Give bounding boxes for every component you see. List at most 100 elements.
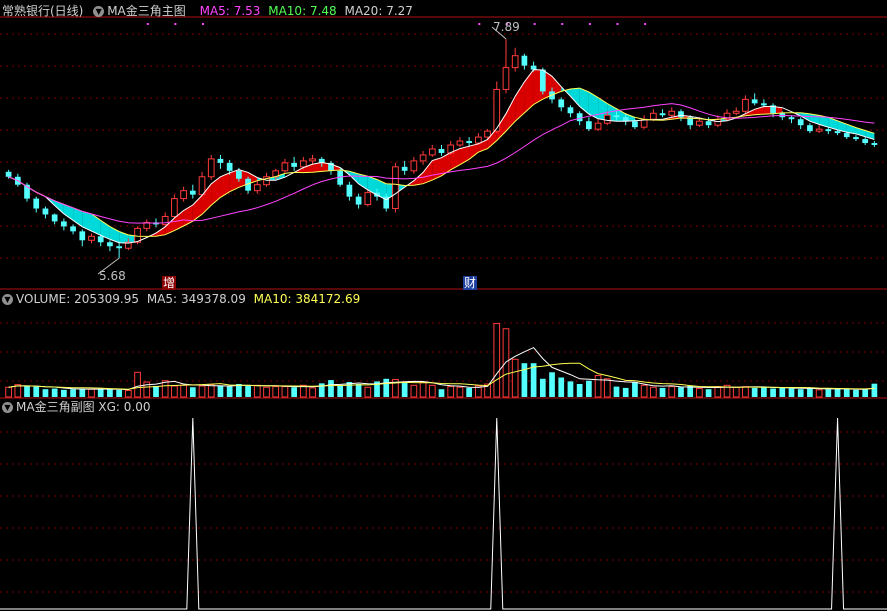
volume-label: VOLUME: [16, 292, 71, 306]
volume-ma10-label: MA10: [253, 292, 292, 306]
candle-body [594, 122, 602, 130]
volume-bar [33, 386, 40, 397]
candle-body [843, 133, 850, 138]
volume-bar [364, 386, 372, 398]
event-badge-zeng[interactable]: 增 [162, 276, 177, 290]
candle-body [299, 160, 307, 168]
candle-body [88, 235, 95, 241]
volume-bar [687, 385, 694, 397]
candle-body [33, 198, 40, 209]
candle-body [207, 158, 215, 178]
volume-bar [770, 388, 776, 397]
volume-bar [632, 382, 638, 397]
volume-bar [594, 375, 602, 398]
xg-value: 0.00 [123, 400, 151, 414]
signal-dot [146, 23, 149, 25]
candle-body [438, 148, 445, 153]
volume-bar [613, 386, 620, 397]
volume-bar [245, 385, 251, 397]
volume-bar [843, 389, 850, 397]
candle-body [456, 140, 464, 146]
candle-body [732, 110, 740, 114]
volume-bar [410, 384, 418, 398]
candle-body [586, 121, 592, 130]
volume-bar [70, 389, 76, 397]
volume-bar [309, 387, 316, 398]
volume-bar [825, 389, 832, 397]
candle-body [116, 246, 122, 249]
volume-bar [502, 328, 510, 398]
candle-body [355, 196, 362, 205]
candle-body [428, 148, 436, 156]
candle-body [51, 214, 58, 222]
candle-body [807, 125, 813, 132]
candle-body [309, 158, 316, 162]
candle-body [815, 128, 823, 132]
candle-body [217, 158, 224, 163]
volume-bar [253, 384, 261, 398]
candle-body [61, 221, 67, 227]
volume-panel-header: ▼ VOLUME: 205309.95 MA5: 349378.09 MA10: … [2, 292, 360, 306]
bull-fill [515, 81, 525, 122]
volume-bar [51, 388, 58, 397]
volume-bars [5, 323, 878, 398]
volume-bar [640, 384, 648, 398]
chevron-down-icon[interactable]: ▼ [2, 294, 13, 305]
volume-bar [24, 385, 30, 397]
candle-body [253, 184, 261, 192]
candle-body [696, 120, 703, 126]
ma20-value: 7.27 [386, 4, 413, 18]
candle-body [742, 98, 749, 112]
xg-line [0, 417, 887, 610]
low-price-marker: 5.68 [99, 269, 126, 283]
candle-body [410, 160, 418, 172]
signal-dot [588, 23, 591, 25]
ma5-value: 7.53 [233, 4, 261, 18]
chevron-down-icon[interactable]: ▼ [93, 6, 105, 17]
volume-bar [586, 380, 592, 397]
volume-bar [383, 378, 390, 397]
ma-triangle-fills [45, 69, 875, 244]
volume-bar [742, 386, 749, 398]
volume-bar [788, 388, 795, 397]
volume-bar [107, 389, 113, 397]
volume-bar [171, 385, 178, 398]
volume-bar [337, 385, 344, 397]
volume-bar [153, 385, 159, 397]
volume-bar [834, 388, 841, 397]
candle-body [613, 115, 620, 118]
volume-bar [521, 363, 528, 397]
volume-bar [466, 387, 472, 397]
indicator-name[interactable]: MA金三角主图 [107, 4, 186, 18]
moving-average-lines [8, 69, 875, 244]
volume-bar [549, 372, 555, 397]
volume-bar [438, 389, 445, 397]
volume-ma5-value: 349378.09 [180, 292, 246, 306]
candle-body [576, 113, 583, 122]
xg-signal-line [0, 417, 887, 610]
ma5-label: MA5: [199, 4, 230, 18]
candle-body [484, 130, 491, 138]
candle-body [474, 136, 482, 144]
candle-body [198, 176, 206, 196]
candle-body [632, 121, 638, 128]
volume-bar [88, 388, 95, 398]
chevron-down-icon[interactable]: ▼ [2, 402, 13, 413]
sub-indicator-name[interactable]: MA金三角副图 [16, 400, 95, 414]
signal-dot [561, 23, 564, 25]
candle-body [862, 139, 869, 144]
event-badge-cai[interactable]: 财 [463, 276, 478, 290]
volume-bar [493, 323, 501, 398]
signal-dot [174, 23, 177, 25]
volume-bar [189, 387, 196, 397]
candle-body [346, 184, 353, 197]
volume-bar [5, 386, 12, 398]
signal-dot [202, 23, 205, 25]
candle-body [705, 121, 712, 126]
volume-bar [751, 387, 758, 397]
volume-ma5-label: MA5: [146, 292, 178, 306]
volume-bar [668, 386, 676, 398]
signal-dot [478, 23, 481, 25]
stock-title[interactable]: 常熟银行(日线) [2, 4, 83, 18]
volume-bar [447, 386, 455, 398]
